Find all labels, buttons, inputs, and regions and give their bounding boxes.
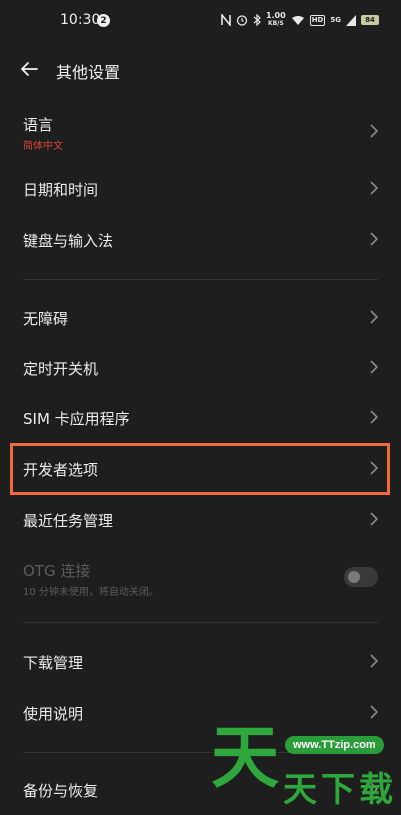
battery-icon: 84 bbox=[361, 15, 379, 25]
chevron-right-icon bbox=[370, 181, 379, 195]
settings-item-language[interactable]: 语言 简体中文 bbox=[0, 106, 401, 158]
chevron-right-icon bbox=[370, 124, 379, 138]
settings-item-label: 日期和时间 bbox=[23, 181, 99, 199]
bluetooth-icon bbox=[253, 14, 261, 26]
chevron-right-icon bbox=[370, 512, 379, 526]
settings-item-label: SIM 卡应用程序 bbox=[23, 410, 130, 428]
notification-badge: 2 bbox=[97, 14, 110, 27]
settings-item-sub: 简体中文 bbox=[23, 141, 63, 152]
developer-options-highlight bbox=[10, 443, 390, 495]
chevron-right-icon bbox=[370, 410, 379, 424]
settings-item-label: 无障碍 bbox=[23, 310, 69, 328]
watermark-logo: 天 www.TTzip.com 天下载 bbox=[205, 722, 401, 815]
settings-item-sub: 10 分钟未使用，将自动关闭。 bbox=[23, 587, 159, 598]
settings-item-label: 定时开关机 bbox=[23, 360, 99, 378]
page-header: 其他设置 bbox=[0, 50, 401, 90]
network-type: 5G bbox=[330, 15, 341, 24]
status-time: 10:30 bbox=[60, 12, 101, 28]
net-speed-unit: KB/S bbox=[267, 20, 284, 27]
back-arrow-icon[interactable] bbox=[18, 58, 40, 80]
page-title: 其他设置 bbox=[56, 63, 121, 82]
toggle-knob bbox=[348, 571, 360, 583]
settings-item-label: 备份与恢复 bbox=[23, 782, 99, 800]
watermark-text: 天下载 bbox=[283, 770, 397, 810]
settings-item-keyboard[interactable]: 键盘与输入法 bbox=[0, 215, 401, 263]
settings-item-accessibility[interactable]: 无障碍 bbox=[0, 294, 401, 342]
otg-toggle[interactable] bbox=[344, 567, 378, 587]
net-speed-value: 1.00 bbox=[265, 11, 286, 20]
section-divider bbox=[23, 622, 378, 623]
nfc-icon bbox=[221, 14, 231, 26]
alarm-icon bbox=[236, 15, 248, 26]
settings-item-label: 下载管理 bbox=[23, 654, 84, 672]
settings-item-otg: OTG 连接 10 分钟未使用，将自动关闭。 bbox=[0, 552, 401, 604]
section-divider bbox=[23, 279, 378, 280]
chevron-right-icon bbox=[370, 654, 379, 668]
chevron-right-icon bbox=[370, 360, 379, 374]
settings-item-sim-apps[interactable]: SIM 卡应用程序 bbox=[0, 394, 401, 442]
settings-item-label: 键盘与输入法 bbox=[23, 232, 114, 250]
chevron-right-icon bbox=[370, 232, 379, 246]
status-icons: 1.00 KB/S HD 5G 84 bbox=[221, 12, 379, 28]
status-bar: 10:30 2 1.00 KB/S HD 5G 84 bbox=[0, 0, 401, 42]
signal-icon bbox=[346, 14, 356, 26]
chevron-right-icon bbox=[370, 705, 379, 719]
settings-item-label: 最近任务管理 bbox=[23, 512, 114, 530]
settings-item-recent-tasks[interactable]: 最近任务管理 bbox=[0, 496, 401, 544]
settings-item-label: OTG 连接 bbox=[23, 562, 91, 580]
settings-item-label: 使用说明 bbox=[23, 705, 84, 723]
net-speed: 1.00 KB/S bbox=[266, 12, 286, 28]
hd-badge: HD bbox=[309, 14, 326, 26]
settings-item-scheduled-power[interactable]: 定时开关机 bbox=[0, 344, 401, 392]
watermark-url: www.TTzip.com bbox=[285, 736, 384, 754]
watermark-big-char: 天 bbox=[211, 719, 280, 798]
settings-item-date-time[interactable]: 日期和时间 bbox=[0, 164, 401, 212]
settings-item-download-manager[interactable]: 下载管理 bbox=[0, 638, 401, 686]
settings-item-label: 语言 bbox=[23, 116, 54, 134]
wifi-icon bbox=[291, 15, 304, 25]
chevron-right-icon bbox=[370, 310, 379, 324]
